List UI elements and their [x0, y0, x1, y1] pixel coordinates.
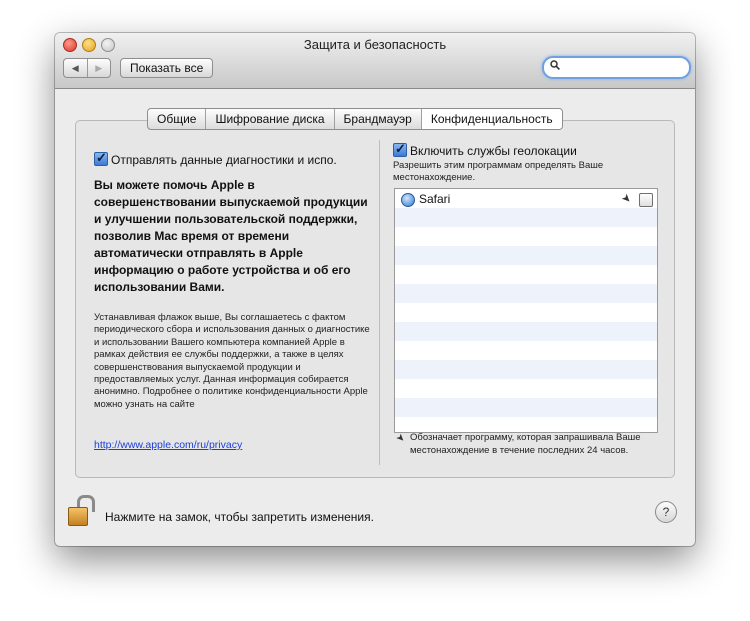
forward-button[interactable]: ▶ [86, 59, 111, 77]
location-app-list[interactable]: Safari ➤ [394, 188, 658, 433]
back-button[interactable]: ◀ [64, 59, 87, 77]
search-input[interactable] [562, 59, 682, 74]
location-services-checkbox-row[interactable]: Включить службы геолокации [393, 141, 577, 158]
back-arrow-icon: ◀ [71, 62, 79, 73]
panel-divider [379, 140, 380, 465]
location-arrow-icon: ➤ [618, 191, 634, 207]
tab-bar: Общие Шифрование диска Брандмауэр Конфид… [147, 108, 563, 130]
app-location-checkbox[interactable] [639, 193, 653, 207]
location-services-subtitle: Разрешить этим программам определять Ваш… [393, 160, 604, 183]
title-bar: Защита и безопасность ◀ ▶ Показать все [55, 33, 695, 89]
location-services-label: Включить службы геолокации [410, 144, 577, 158]
help-button[interactable]: ? [655, 501, 677, 523]
list-item[interactable]: Safari ➤ [395, 190, 657, 209]
tab-general[interactable]: Общие [148, 109, 205, 129]
diagnostics-checkbox-row[interactable]: Отправлять данные диагностики и испо. [94, 152, 374, 167]
lock-text: Нажмите на замок, чтобы запретить измене… [105, 510, 374, 524]
app-name: Safari [419, 192, 451, 206]
show-all-button[interactable]: Показать все [120, 58, 214, 78]
privacy-link[interactable]: http://www.apple.com/ru/privacy [94, 439, 242, 451]
diagnostics-checkbox[interactable] [94, 152, 108, 166]
safari-icon [401, 193, 415, 207]
search-field[interactable] [542, 56, 691, 79]
preferences-window: Защита и безопасность ◀ ▶ Показать все О… [55, 33, 695, 546]
forward-arrow-icon: ▶ [95, 62, 103, 73]
location-services-checkbox[interactable] [393, 141, 407, 157]
diagnostics-small-description: Устанавливая флажок выше, Вы соглашаетес… [94, 312, 370, 410]
diagnostics-bold-description: Вы можете помочь Apple в совершенствован… [94, 178, 368, 294]
tab-firewall[interactable]: Брандмауэр [333, 109, 421, 129]
window-title: Защита и безопасность [303, 37, 447, 52]
lock-icon[interactable] [68, 495, 95, 527]
tab-privacy[interactable]: Конфиденциальность [420, 109, 562, 129]
location-legend-text: Обозначает программу, которая запрашивал… [410, 432, 641, 456]
diagnostics-checkbox-label: Отправлять данные диагностики и испо. [111, 153, 337, 167]
back-forward-control: ◀ ▶ [63, 58, 111, 78]
tab-filevault[interactable]: Шифрование диска [205, 109, 333, 129]
search-icon [550, 59, 560, 73]
